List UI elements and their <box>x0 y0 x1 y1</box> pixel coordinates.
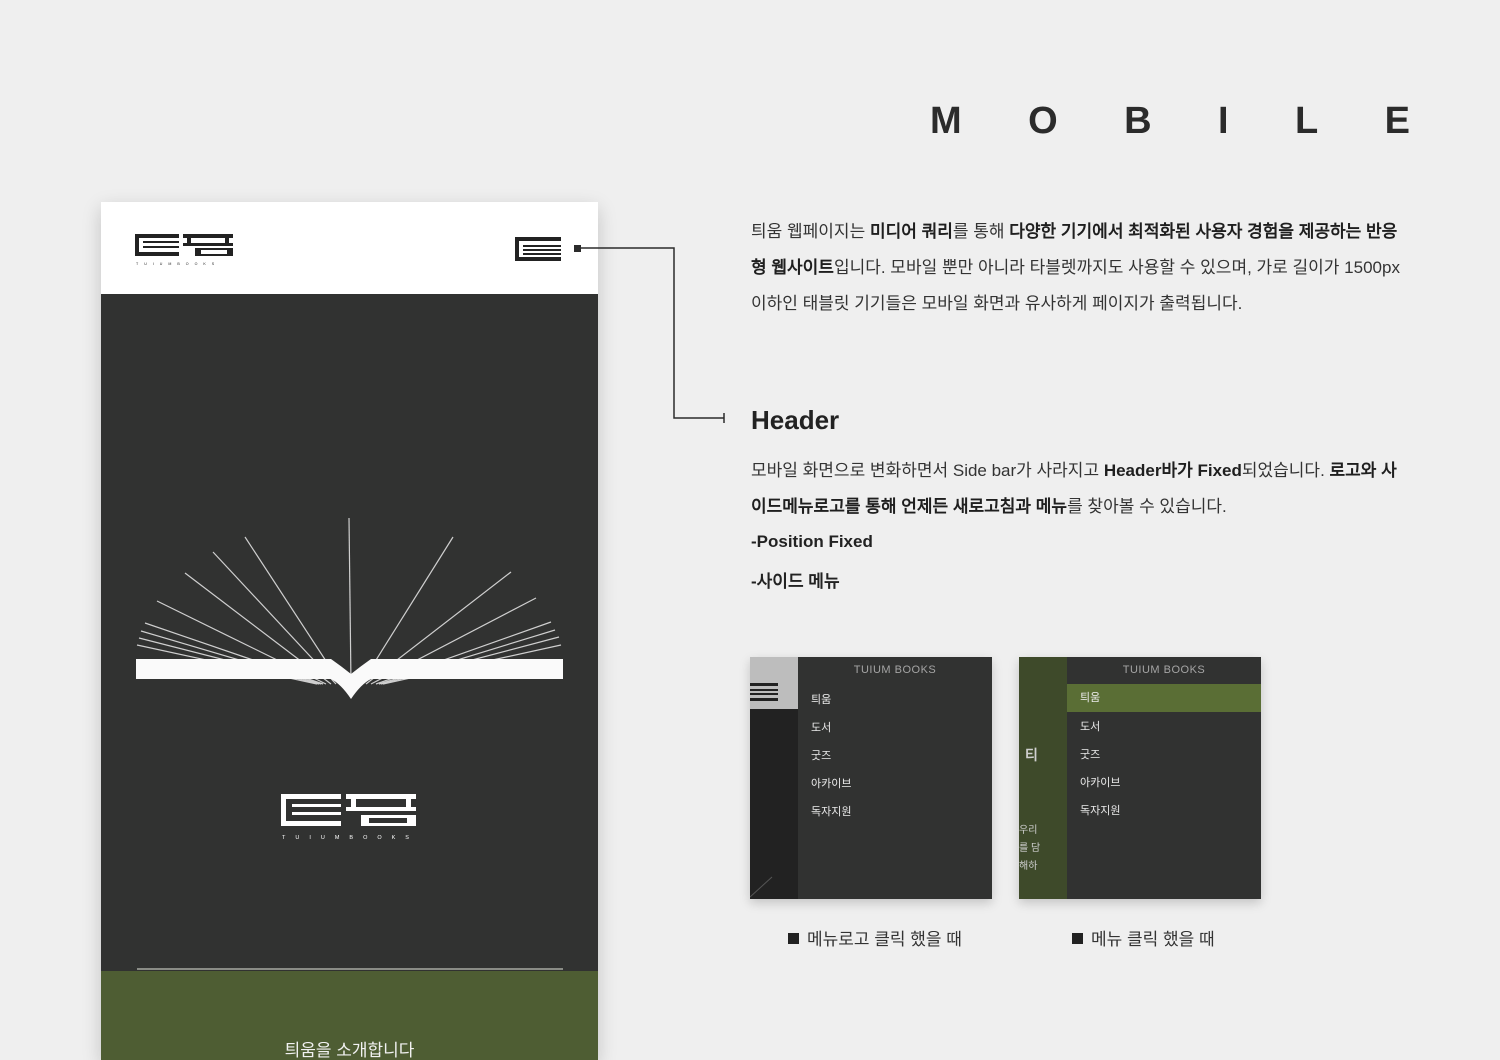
svg-text:TUIUMBOOKS: TUIUMBOOKS <box>282 835 419 841</box>
menu-logo-icon <box>750 683 778 701</box>
square-bullet-icon <box>788 933 799 945</box>
title-letter: O <box>1028 100 1058 142</box>
menu-item-reader-support[interactable]: 독자지원 <box>798 798 992 826</box>
bullet-item: -Position Fixed <box>751 532 873 551</box>
square-bullet-icon <box>1072 933 1083 945</box>
title-letter: M <box>930 100 962 142</box>
intro-heading: 틔움을 소개합니다 <box>284 1041 415 1060</box>
menu-item-archive[interactable]: 아카이브 <box>798 770 992 798</box>
title-letter: E <box>1384 100 1410 142</box>
peek-text: 티 <box>1025 747 1038 763</box>
menu-item-books[interactable]: 도서 <box>1067 713 1261 741</box>
section-title-header: Header <box>751 405 840 435</box>
side-menu-title: TUIUM BOOKS <box>853 664 937 676</box>
peek-text: 해하 <box>1019 861 1038 872</box>
tuium-logo[interactable]: TUIUMBOOKS <box>135 232 235 268</box>
menu-item-tuium-active[interactable]: 틔움 <box>1067 684 1261 712</box>
phone-mockup: TUIUMBOOKS TUIUMBOOKS 틔움을 소개합니다 <box>101 202 598 1060</box>
side-menu-title: TUIUM BOOKS <box>1122 664 1206 676</box>
menu-item-goods[interactable]: 굿즈 <box>1067 741 1261 769</box>
page-title: M O B I L E <box>930 100 1410 143</box>
menu-item-goods[interactable]: 굿즈 <box>798 742 992 770</box>
intro-paragraph: 틔움 웹페이지는 미디어 쿼리를 통해 다양한 기기에서 최적화된 사용자 경험… <box>751 222 1400 313</box>
open-book-illustration <box>136 517 563 699</box>
mobile-header: TUIUMBOOKS <box>101 202 598 294</box>
divider <box>137 968 563 970</box>
menu-item-books[interactable]: 도서 <box>798 714 992 742</box>
peek-text: 우리 <box>1019 825 1038 836</box>
tuium-books-logo: TUIUMBOOKS <box>281 794 419 841</box>
header-description: 모바일 화면으로 변화하면서 Side bar가 사라지고 Header바가 F… <box>751 461 1397 516</box>
peek-text: 를 담 <box>1019 843 1041 854</box>
side-menu-logo-icon[interactable] <box>515 237 565 263</box>
title-letter: B <box>1124 100 1152 142</box>
menu-item-archive[interactable]: 아카이브 <box>1067 769 1261 797</box>
bullet-item: -사이드 메뉴 <box>751 572 840 591</box>
caption-logo-click: 메뉴로고 클릭 했을 때 <box>788 925 962 950</box>
decorative-lines <box>750 876 773 898</box>
menu-item-tuium[interactable]: 틔움 <box>798 686 992 714</box>
svg-text:TUIUMBOOKS: TUIUMBOOKS <box>136 262 220 266</box>
side-menu-screenshot-menu: 티 우리 를 담 해하 TUIUM BOOKS 틔움 도서 굿즈 아카이브 독자… <box>1019 657 1261 899</box>
side-menu-screenshot-logo: TUIUM BOOKS 틔움 도서 굿즈 아카이브 독자지원 <box>750 657 992 899</box>
title-letter: L <box>1294 100 1319 142</box>
menu-item-reader-support[interactable]: 독자지원 <box>1067 797 1261 825</box>
caption-menu-click: 메뉴 클릭 했을 때 <box>1072 925 1215 950</box>
title-letter: I <box>1217 100 1229 142</box>
